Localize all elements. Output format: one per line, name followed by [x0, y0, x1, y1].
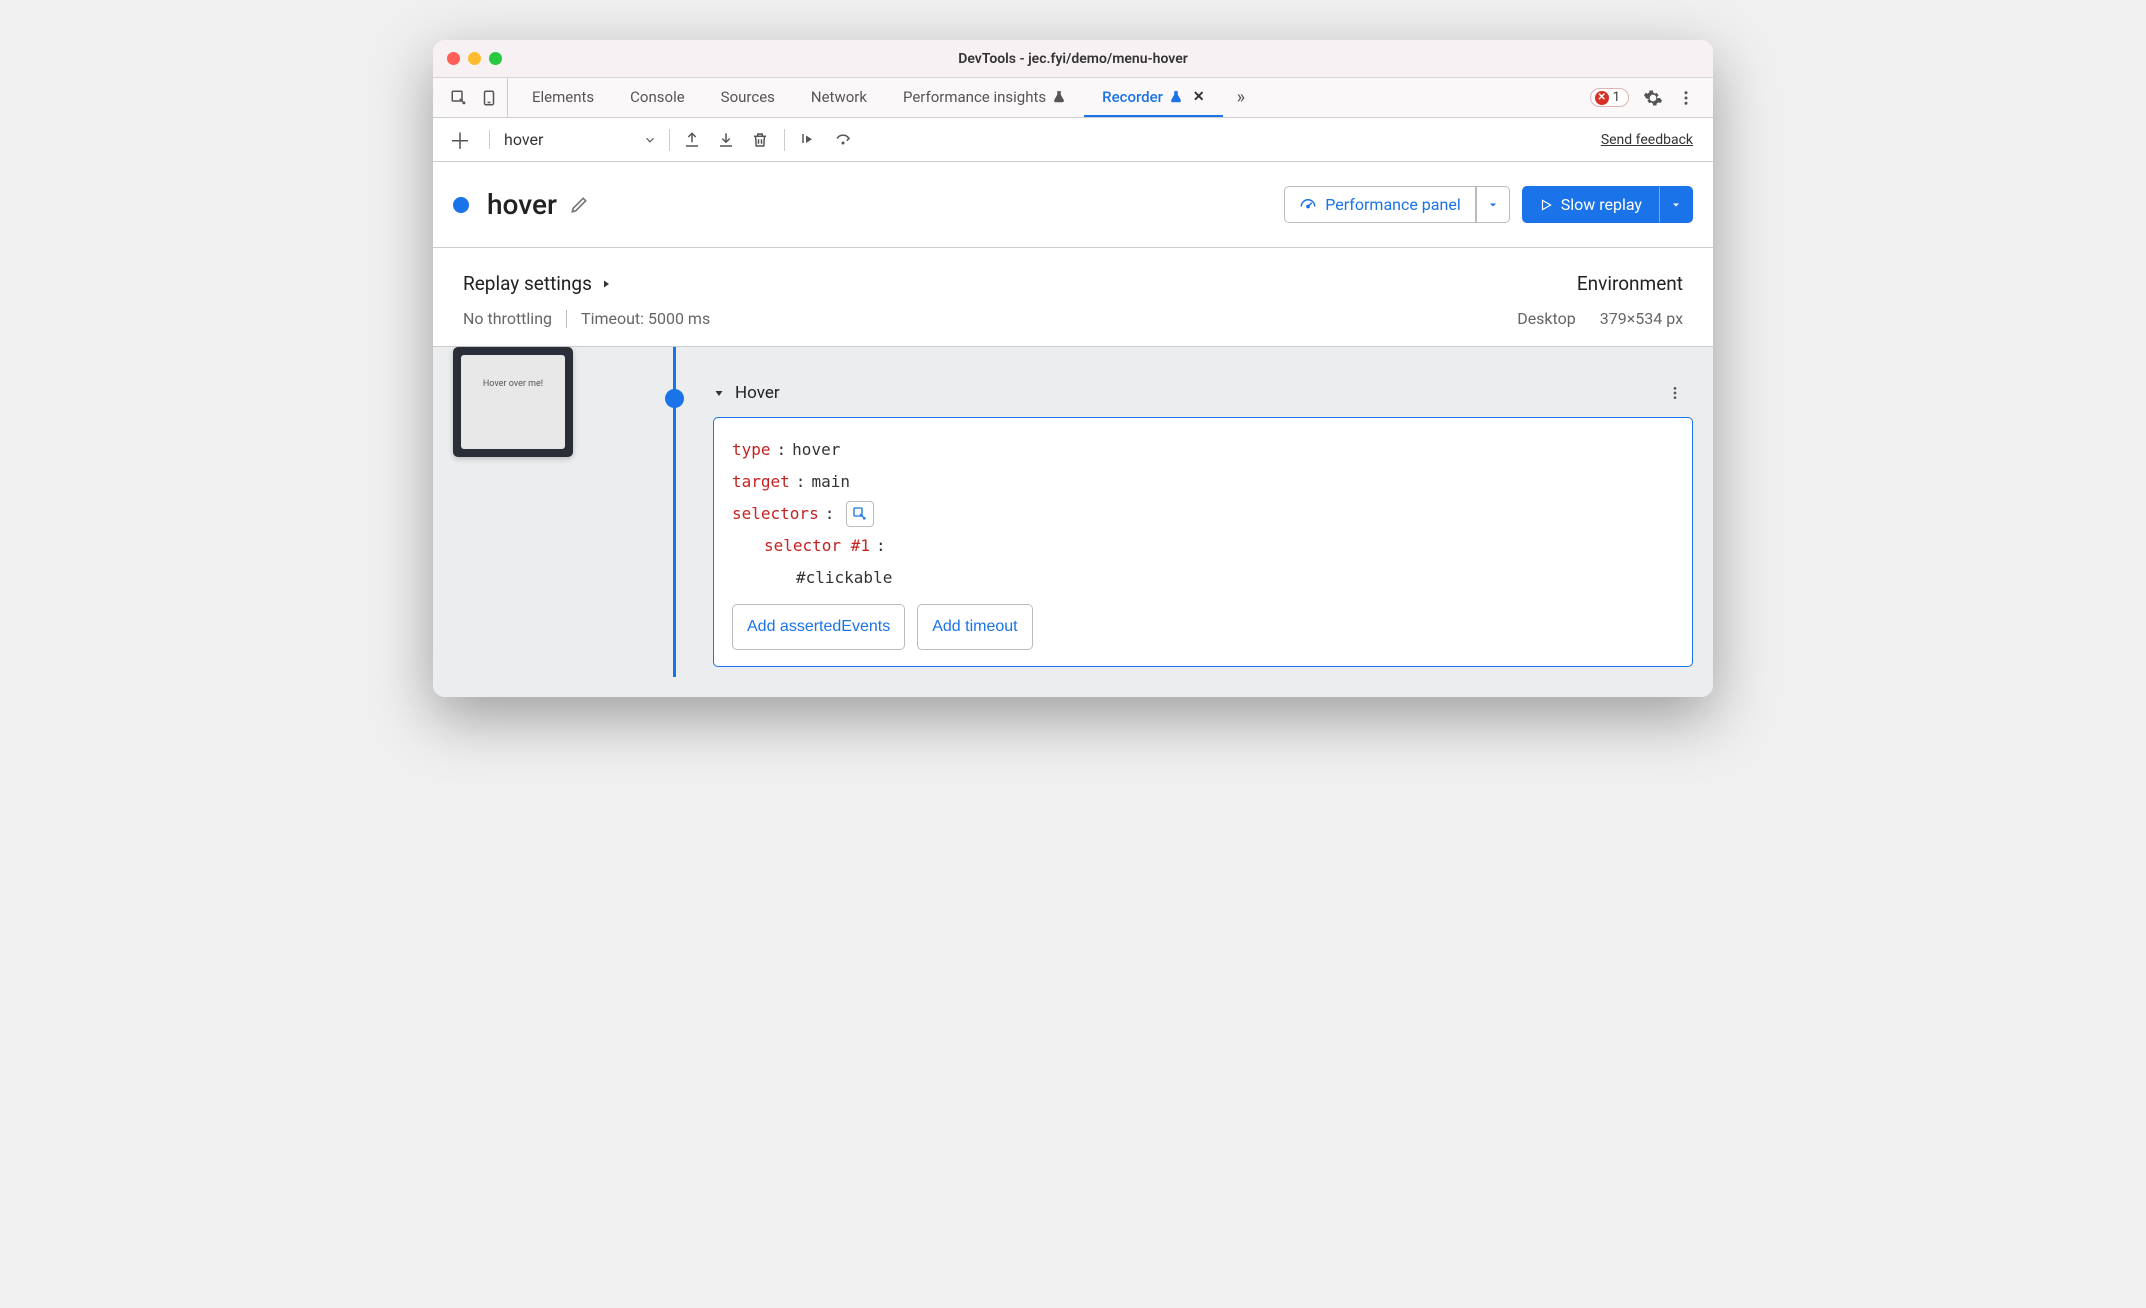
- titlebar: DevTools - jec.fyi/demo/menu-hover: [433, 40, 1713, 78]
- throttling-value: No throttling: [463, 309, 552, 328]
- export-icon[interactable]: [682, 130, 702, 150]
- step-title: Hover: [735, 383, 780, 403]
- prop-type-key: type: [732, 434, 771, 466]
- device-type: Desktop: [1517, 309, 1576, 328]
- step-detail-panel: type: hover target: main selectors:: [713, 417, 1693, 667]
- step-options-icon[interactable]: [1667, 385, 1693, 401]
- timeline-step-dot: [665, 389, 684, 408]
- settings-bar: Replay settings No throttling Timeout: 5…: [433, 248, 1713, 347]
- close-tab-icon[interactable]: ✕: [1193, 89, 1205, 105]
- recorder-toolbar: ＋ hover Send feedbac: [433, 118, 1713, 162]
- settings-icon[interactable]: [1643, 88, 1663, 108]
- step-icon[interactable]: [833, 130, 853, 150]
- recording-dropdown[interactable]: hover: [489, 130, 657, 149]
- main-tabbar: Elements Console Sources Network Perform…: [433, 78, 1713, 118]
- play-icon: [1539, 198, 1553, 212]
- tab-elements[interactable]: Elements: [514, 78, 612, 117]
- tab-network[interactable]: Network: [793, 78, 885, 117]
- timeline-area: Hover over me! Hover type:: [433, 347, 1713, 697]
- maximize-window-button[interactable]: [489, 52, 502, 65]
- prop-target-value[interactable]: main: [811, 466, 850, 498]
- add-timeout-button[interactable]: Add timeout: [917, 604, 1032, 650]
- tab-sources[interactable]: Sources: [703, 78, 793, 117]
- close-window-button[interactable]: [447, 52, 460, 65]
- chevron-down-icon: [643, 133, 657, 147]
- kebab-menu-icon[interactable]: [1677, 89, 1695, 107]
- performance-panel-button[interactable]: Performance panel: [1284, 186, 1475, 223]
- recording-status-dot: [453, 197, 469, 213]
- prop-type-value[interactable]: hover: [792, 434, 840, 466]
- timeout-value: Timeout: 5000 ms: [581, 309, 710, 328]
- tab-console[interactable]: Console: [612, 78, 703, 117]
- separator: [669, 129, 670, 151]
- tab-performance-insights[interactable]: Performance insights: [885, 78, 1084, 117]
- tab-recorder[interactable]: Recorder ✕: [1084, 78, 1223, 117]
- prop-selector1-key: selector #1: [764, 530, 870, 562]
- viewport-dimensions: 379×534 px: [1600, 309, 1683, 328]
- prop-selector1-value[interactable]: #clickable: [796, 562, 892, 594]
- more-tabs-icon[interactable]: »: [1229, 87, 1253, 108]
- error-count: 1: [1613, 90, 1620, 105]
- performance-panel-dropdown[interactable]: [1476, 186, 1510, 223]
- import-icon[interactable]: [716, 130, 736, 150]
- recording-header: hover Performance panel Slow replay: [433, 162, 1713, 248]
- pick-selector-icon[interactable]: [846, 501, 874, 527]
- flask-icon: [1169, 90, 1183, 104]
- error-indicator[interactable]: ✕ 1: [1590, 88, 1629, 107]
- inspect-icon[interactable]: [449, 88, 469, 108]
- devtools-window: DevTools - jec.fyi/demo/menu-hover Eleme…: [433, 40, 1713, 697]
- chevron-right-icon: [600, 278, 612, 290]
- collapse-step-icon[interactable]: [713, 387, 725, 399]
- device-toggle-icon[interactable]: [479, 88, 499, 108]
- replay-settings-toggle[interactable]: Replay settings: [463, 272, 1517, 295]
- separator: [784, 129, 785, 151]
- prop-selectors-key: selectors: [732, 498, 819, 530]
- step-thumbnail[interactable]: Hover over me!: [453, 347, 573, 457]
- add-asserted-events-button[interactable]: Add assertedEvents: [732, 604, 905, 650]
- gauge-icon: [1299, 196, 1317, 214]
- slow-replay-button[interactable]: Slow replay: [1522, 186, 1659, 223]
- new-recording-button[interactable]: ＋: [443, 124, 477, 156]
- step-over-icon[interactable]: [799, 130, 819, 150]
- minimize-window-button[interactable]: [468, 52, 481, 65]
- environment-title: Environment: [1517, 272, 1683, 295]
- edit-title-icon[interactable]: [569, 195, 589, 215]
- thumbnail-content: Hover over me!: [461, 355, 565, 449]
- error-icon: ✕: [1595, 91, 1609, 105]
- prop-target-key: target: [732, 466, 790, 498]
- flask-icon: [1052, 90, 1066, 104]
- replay-speed-dropdown[interactable]: [1659, 186, 1693, 223]
- traffic-lights: [447, 52, 502, 65]
- send-feedback-link[interactable]: Send feedback: [1601, 132, 1703, 148]
- delete-icon[interactable]: [750, 130, 770, 150]
- recording-dropdown-value: hover: [504, 130, 543, 149]
- window-title: DevTools - jec.fyi/demo/menu-hover: [433, 51, 1713, 67]
- recording-title: hover: [487, 188, 557, 221]
